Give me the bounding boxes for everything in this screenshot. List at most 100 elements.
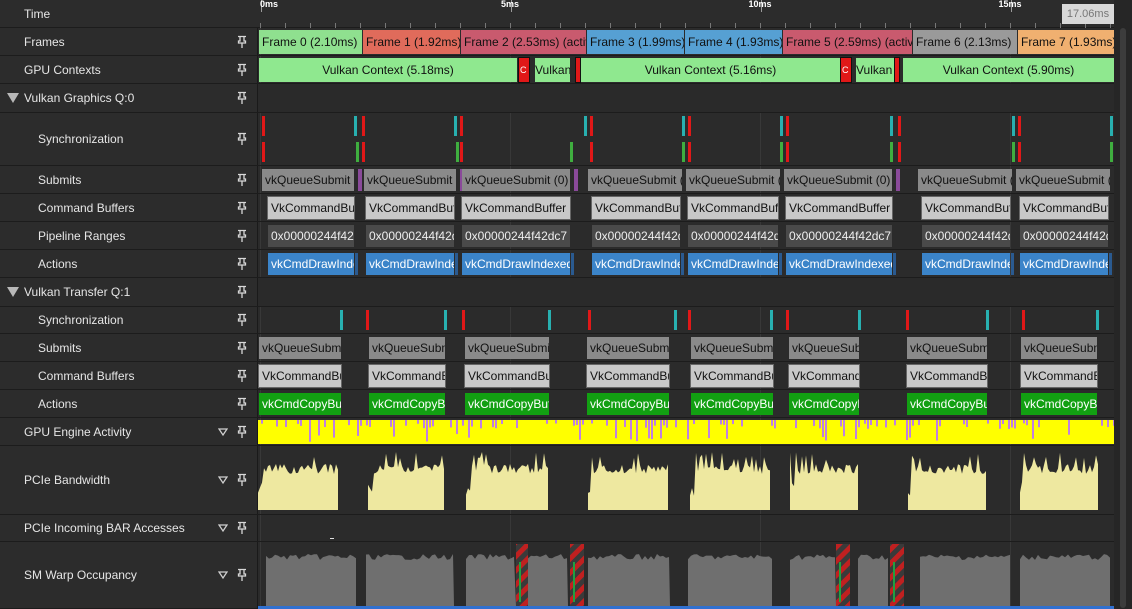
row-label-t_actions[interactable]: Actions: [0, 390, 258, 418]
sync-marker[interactable]: [454, 116, 457, 136]
chevron-down-icon[interactable]: [218, 475, 228, 485]
command-buffer-block[interactable]: VkCommandBuffer: [921, 196, 1011, 220]
pin-icon[interactable]: [235, 63, 249, 77]
triangle-down-icon[interactable]: [7, 287, 19, 297]
pin-icon[interactable]: [235, 521, 249, 535]
sync-marker[interactable]: [460, 142, 463, 162]
sync-marker[interactable]: [858, 310, 861, 330]
command-buffer-block[interactable]: VkCommandBuffer: [368, 364, 446, 388]
pin-icon[interactable]: [235, 257, 249, 271]
pin-icon[interactable]: [235, 132, 249, 146]
sync-marker[interactable]: [898, 116, 901, 136]
action-block[interactable]: vkCmdCopyBuffer: [789, 393, 859, 415]
frame-block[interactable]: Frame 3 (1.99ms): [587, 30, 684, 54]
action-block[interactable]: vkCmdDrawIndexed: [268, 253, 354, 275]
track-row-pcie_bar[interactable]: [258, 515, 1114, 542]
sync-marker[interactable]: [1110, 142, 1113, 162]
sync-marker[interactable]: [462, 310, 465, 330]
submit-block[interactable]: vkQueueSubmit: [691, 337, 773, 359]
sync-marker[interactable]: [444, 310, 447, 330]
command-buffer-block[interactable]: VkCommandBuffer: [906, 364, 988, 388]
action-block[interactable]: vkCmdDrawIndexed: [688, 253, 778, 275]
sync-marker[interactable]: [688, 142, 691, 162]
timeline-tracks-panel[interactable]: 0ms 5ms 10ms 15ms 17.06ms Frame 0 (2.10ms) Fra…: [258, 0, 1114, 609]
sync-marker[interactable]: [1110, 116, 1113, 136]
pin-icon[interactable]: [235, 173, 249, 187]
sync-marker[interactable]: [362, 116, 365, 136]
frame-block[interactable]: Frame 0 (2.10ms): [259, 30, 362, 54]
sync-marker[interactable]: [262, 142, 265, 162]
sync-marker[interactable]: [986, 310, 989, 330]
row-label-g_pipe[interactable]: Pipeline Ranges: [0, 222, 258, 250]
pipeline-range-block[interactable]: 0x00000244f42dc7: [786, 225, 892, 247]
sync-marker[interactable]: [362, 142, 365, 162]
sync-marker[interactable]: [1022, 310, 1025, 330]
sync-marker[interactable]: [770, 310, 773, 330]
pipeline-range-block[interactable]: 0x00000244f42dc7: [592, 225, 680, 247]
row-label-pcie_bw[interactable]: PCIe Bandwidth: [0, 446, 258, 515]
submit-block[interactable]: vkQueueSubmit: [259, 337, 341, 359]
submit-block[interactable]: vkQueueSubmit: [1021, 337, 1097, 359]
pin-icon[interactable]: [235, 425, 249, 439]
command-buffer-block[interactable]: VkCommandBuffer: [365, 196, 455, 220]
action-block[interactable]: vkCmdDrawIndexed: [1020, 253, 1108, 275]
pipeline-range-block[interactable]: 0x00000244f42dc7: [462, 225, 570, 247]
sync-marker[interactable]: [906, 310, 909, 330]
command-buffer-block[interactable]: VkCommandBuffer: [586, 364, 670, 388]
row-label-vk_graphics[interactable]: Vulkan Graphics Q:0: [0, 84, 258, 113]
command-buffer-block[interactable]: VkCommandBuffer: [258, 364, 342, 388]
pin-icon[interactable]: [235, 568, 249, 582]
command-buffer-block[interactable]: VkCommandBuffer: [461, 196, 571, 220]
sync-marker[interactable]: [890, 142, 893, 162]
track-row-g_sync[interactable]: [258, 113, 1114, 166]
pin-icon[interactable]: [235, 91, 249, 105]
chevron-down-icon[interactable]: [218, 523, 228, 533]
submit-block[interactable]: vkQueueSubmit (0): [364, 169, 456, 191]
gpu-context-block[interactable]: Vulkan Context: [535, 58, 570, 82]
submit-block[interactable]: vkQueueSubmit: [369, 337, 445, 359]
sync-marker[interactable]: [262, 116, 265, 136]
sync-marker[interactable]: [354, 116, 357, 136]
sync-marker[interactable]: [890, 116, 893, 136]
sync-marker[interactable]: [456, 142, 459, 162]
gpu-context-marker[interactable]: C: [518, 57, 530, 83]
row-label-gpu_engine[interactable]: GPU Engine Activity: [0, 418, 258, 446]
frame-block[interactable]: Frame 2 (2.53ms) (active): [461, 30, 586, 54]
sync-marker[interactable]: [688, 310, 691, 330]
action-block[interactable]: vkCmdDrawIndexed: [462, 253, 570, 275]
row-label-g_cmdbuf[interactable]: Command Buffers: [0, 194, 258, 222]
sync-marker[interactable]: [1018, 142, 1021, 162]
sync-marker[interactable]: [590, 142, 593, 162]
sync-marker[interactable]: [584, 116, 587, 136]
sync-marker[interactable]: [682, 142, 685, 162]
sync-marker[interactable]: [786, 116, 789, 136]
gpu-context-marker[interactable]: C: [840, 57, 852, 83]
command-buffer-block[interactable]: VkCommandBuffer: [690, 364, 774, 388]
submit-block[interactable]: vkQueueSubmit: [587, 337, 669, 359]
action-block[interactable]: vkCmdDrawIndexed: [592, 253, 680, 275]
sync-marker[interactable]: [682, 116, 685, 136]
sync-marker[interactable]: [780, 142, 783, 162]
sync-marker[interactable]: [786, 142, 789, 162]
pipeline-range-block[interactable]: 0x00000244f42dc7: [922, 225, 1010, 247]
pipeline-range-block[interactable]: 0x00000244f42dc7: [1020, 225, 1108, 247]
submit-block[interactable]: vkQueueSubmit (0): [686, 169, 780, 191]
row-label-frames[interactable]: Frames: [0, 28, 258, 56]
row-label-g_actions[interactable]: Actions: [0, 250, 258, 278]
sync-marker[interactable]: [340, 310, 343, 330]
gpu-context-block[interactable]: Vulkan Context (5.16ms): [581, 58, 840, 82]
sync-marker[interactable]: [780, 116, 783, 136]
gpu-context-block[interactable]: Vulkan Context (5.90ms): [903, 58, 1114, 82]
action-block[interactable]: vkCmdDrawIndexed: [366, 253, 454, 275]
action-block[interactable]: vkCmdCopyBuffer: [587, 393, 669, 415]
chevron-down-icon[interactable]: [218, 570, 228, 580]
scrollbar-thumb[interactable]: [1120, 28, 1126, 608]
sync-marker[interactable]: [1096, 310, 1099, 330]
sync-marker[interactable]: [590, 116, 593, 136]
action-block[interactable]: vkCmdCopyBuffer: [691, 393, 773, 415]
pipeline-range-block[interactable]: 0x00000244f42dc7: [366, 225, 454, 247]
pin-icon[interactable]: [235, 229, 249, 243]
command-buffer-block[interactable]: VkCommandBuffer: [464, 364, 550, 388]
pin-icon[interactable]: [235, 285, 249, 299]
row-label-g_submits[interactable]: Submits: [0, 166, 258, 194]
